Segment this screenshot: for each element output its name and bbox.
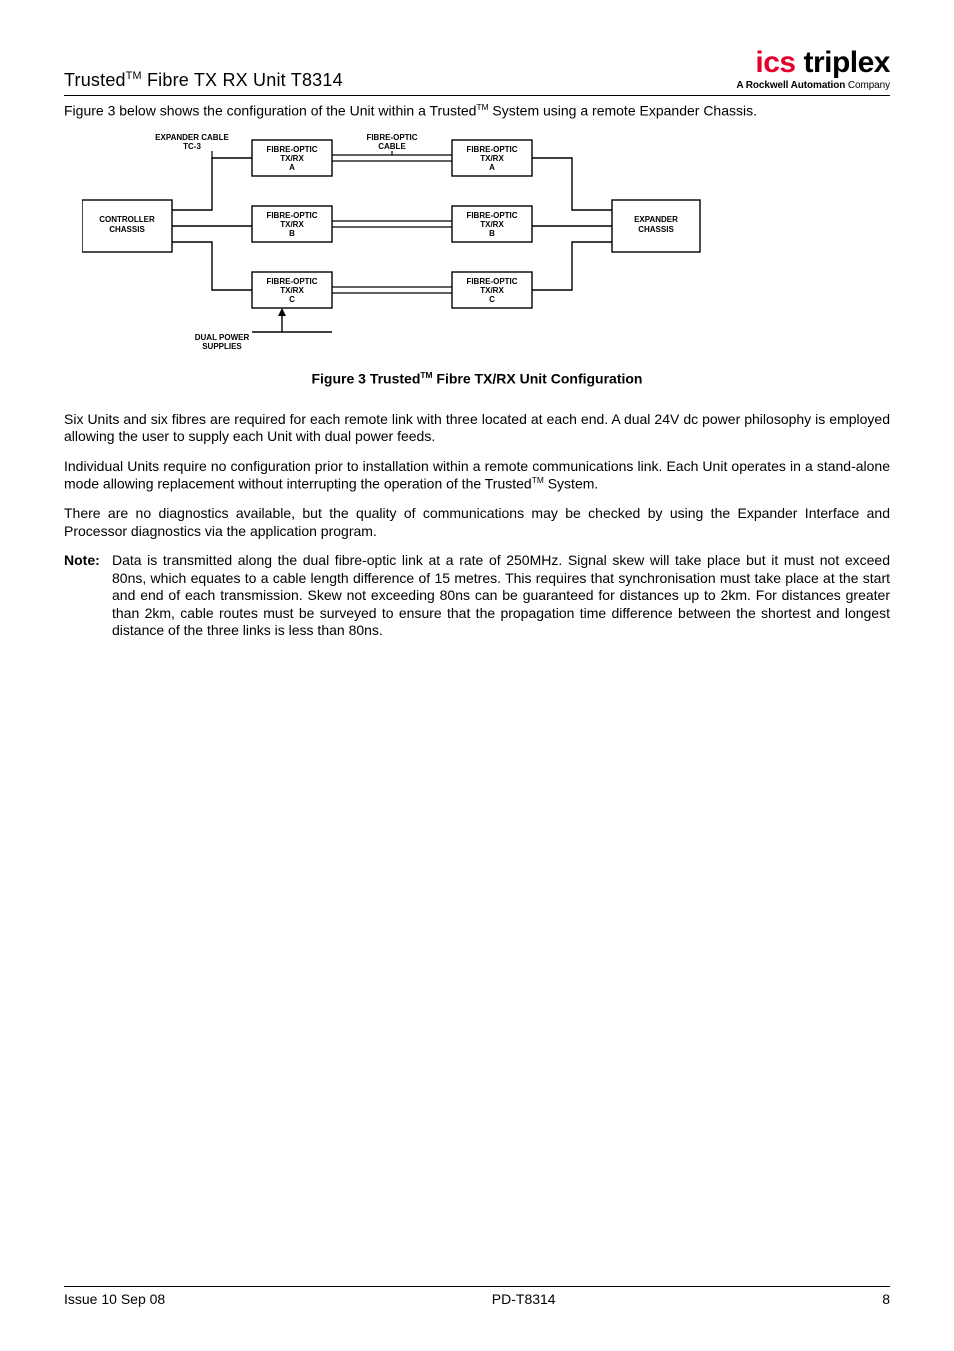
- intro-paragraph: Figure 3 below shows the configuration o…: [64, 102, 890, 120]
- svg-text:FIBRE-OPTIC: FIBRE-OPTIC: [466, 277, 517, 286]
- svg-text:A: A: [289, 163, 295, 172]
- svg-text:A: A: [489, 163, 495, 172]
- paragraph-3: There are no diagnostics available, but …: [64, 505, 890, 540]
- logo-text: ics triplex: [736, 48, 890, 78]
- page-footer: Issue 10 Sep 08 PD-T8314 8: [64, 1286, 890, 1307]
- logo-tag-light: Company: [845, 80, 890, 91]
- title-prefix: Trusted: [64, 70, 126, 90]
- svg-text:CABLE: CABLE: [378, 142, 406, 151]
- svg-text:TX/RX: TX/RX: [280, 286, 304, 295]
- svg-text:CONTROLLER: CONTROLLER: [99, 215, 155, 224]
- svg-text:FIBRE-OPTIC: FIBRE-OPTIC: [466, 211, 517, 220]
- svg-text:FIBRE-OPTIC: FIBRE-OPTIC: [366, 133, 417, 142]
- svg-text:FIBRE-OPTIC: FIBRE-OPTIC: [266, 211, 317, 220]
- svg-text:CHASSIS: CHASSIS: [638, 225, 674, 234]
- footer-row: Issue 10 Sep 08 PD-T8314 8: [64, 1291, 890, 1307]
- intro-prefix: Figure 3 below shows the configuration o…: [64, 103, 476, 119]
- note-body: Data is transmitted along the dual fibre…: [112, 552, 890, 640]
- svg-text:FIBRE-OPTIC: FIBRE-OPTIC: [466, 145, 517, 154]
- header-divider: [64, 95, 890, 96]
- intro-suffix: System using a remote Expander Chassis.: [489, 103, 757, 119]
- svg-text:EXPANDER: EXPANDER: [634, 215, 678, 224]
- svg-text:C: C: [489, 295, 495, 304]
- p2-tm: TM: [532, 475, 544, 485]
- configuration-diagram: CONTROLLER CHASSIS EXPANDER CHASSIS FIBR…: [82, 130, 702, 360]
- note-block: Note: Data is transmitted along the dual…: [64, 552, 890, 640]
- paragraph-2: Individual Units require no configuratio…: [64, 458, 890, 494]
- title-suffix: Fibre TX RX Unit T8314: [142, 70, 343, 90]
- note-label: Note:: [64, 552, 112, 640]
- figure-3: CONTROLLER CHASSIS EXPANDER CHASSIS FIBR…: [64, 130, 890, 387]
- p2-prefix: Individual Units require no configuratio…: [64, 458, 890, 492]
- logo-first: ics: [755, 46, 795, 79]
- logo-rest: triplex: [796, 46, 890, 79]
- svg-text:DUAL POWER: DUAL POWER: [195, 333, 250, 342]
- svg-text:TC-3: TC-3: [183, 142, 201, 151]
- logo-tag-strong: A Rockwell Automation: [736, 80, 845, 91]
- caption-suffix: Fibre TX/RX Unit Configuration: [433, 371, 643, 387]
- svg-text:TX/RX: TX/RX: [480, 286, 504, 295]
- svg-text:TX/RX: TX/RX: [280, 220, 304, 229]
- footer-divider: [64, 1286, 890, 1287]
- svg-text:EXPANDER CABLE: EXPANDER CABLE: [155, 133, 229, 142]
- svg-text:SUPPLIES: SUPPLIES: [202, 342, 242, 351]
- caption-prefix: Figure 3 Trusted: [311, 371, 420, 387]
- svg-text:TX/RX: TX/RX: [480, 154, 504, 163]
- header-row: TrustedTM Fibre TX RX Unit T8314 ics tri…: [64, 48, 890, 93]
- footer-right: 8: [882, 1291, 890, 1307]
- footer-center: PD-T8314: [492, 1291, 556, 1307]
- figure-caption: Figure 3 TrustedTM Fibre TX/RX Unit Conf…: [64, 370, 890, 387]
- svg-text:FIBRE-OPTIC: FIBRE-OPTIC: [266, 277, 317, 286]
- svg-text:B: B: [489, 229, 495, 238]
- svg-text:FIBRE-OPTIC: FIBRE-OPTIC: [266, 145, 317, 154]
- paragraph-1: Six Units and six fibres are required fo…: [64, 411, 890, 446]
- p2-suffix: System.: [544, 476, 598, 492]
- svg-text:CHASSIS: CHASSIS: [109, 225, 145, 234]
- svg-text:TX/RX: TX/RX: [280, 154, 304, 163]
- intro-tm: TM: [476, 102, 488, 112]
- svg-text:B: B: [289, 229, 295, 238]
- title-tm: TM: [126, 70, 142, 82]
- svg-text:C: C: [289, 295, 295, 304]
- footer-left: Issue 10 Sep 08: [64, 1291, 165, 1307]
- brand-logo: ics triplex A Rockwell Automation Compan…: [736, 48, 890, 91]
- caption-tm: TM: [420, 370, 432, 380]
- product-title: TrustedTM Fibre TX RX Unit T8314: [64, 70, 343, 91]
- logo-tagline: A Rockwell Automation Company: [736, 80, 890, 91]
- svg-text:TX/RX: TX/RX: [480, 220, 504, 229]
